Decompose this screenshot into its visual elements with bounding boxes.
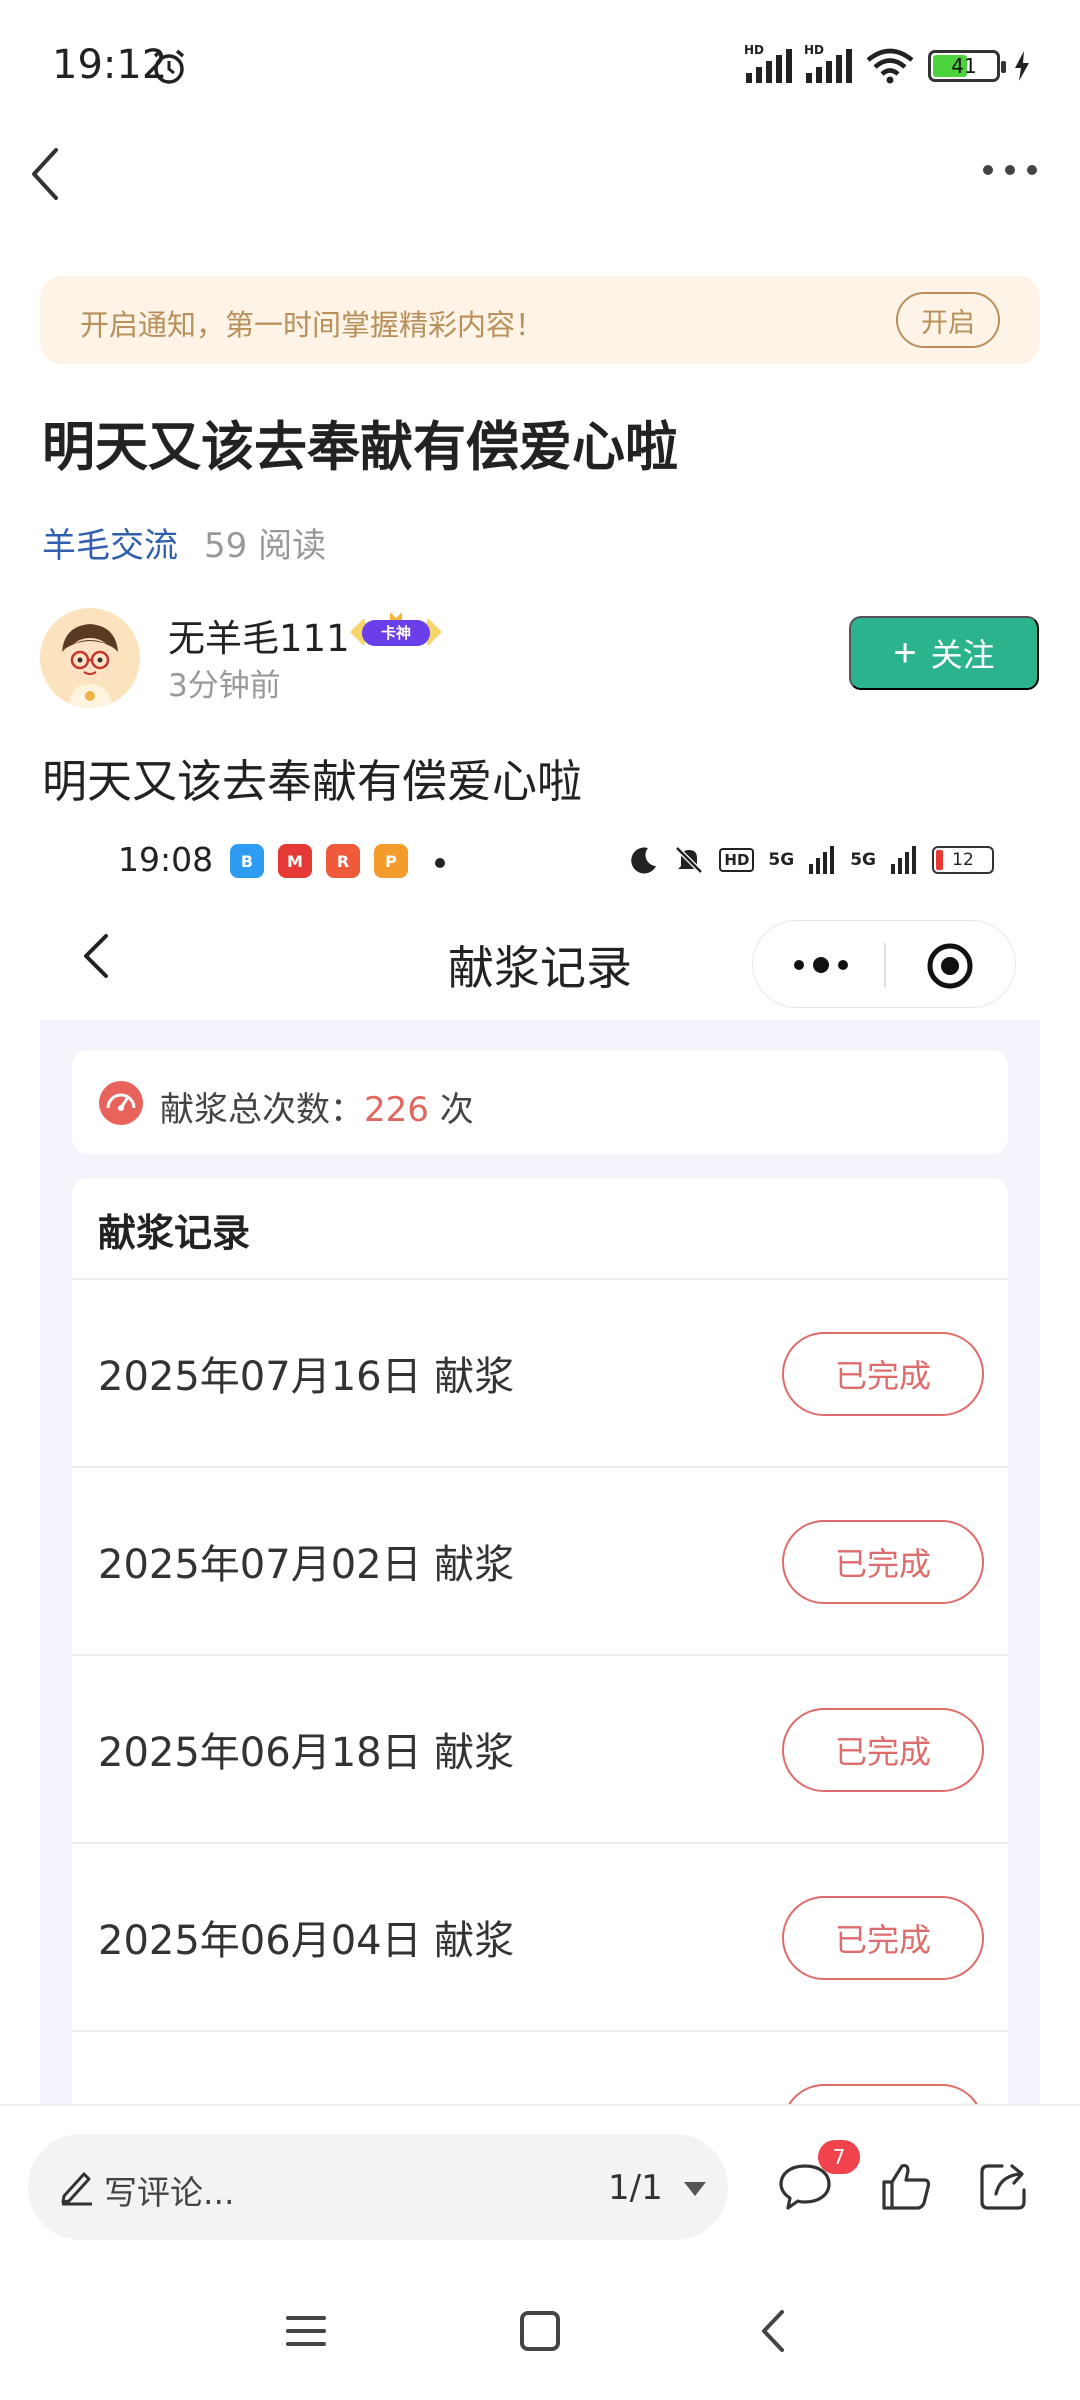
avatar-image — [40, 608, 140, 708]
follow-button[interactable]: + 关注 — [849, 616, 1039, 690]
record-row[interactable]: 2025年07月16日 献浆 已完成 — [72, 1278, 1008, 1466]
hd-icon: HD — [719, 848, 755, 872]
bottom-action-bar: 写评论... 1/1 7 — [0, 2104, 1080, 2264]
back-icon[interactable] — [22, 134, 72, 214]
record-date: 2025年07月02日 献浆 — [98, 1542, 515, 1588]
comment-input[interactable]: 写评论... 1/1 — [28, 2134, 728, 2240]
comment-placeholder: 写评论... — [104, 2173, 235, 2212]
more-icon[interactable] — [789, 951, 853, 979]
network-label: 5G — [850, 850, 876, 870]
record-status-badge[interactable]: 已完成 — [782, 1520, 984, 1604]
charging-icon — [1015, 51, 1029, 81]
record-date: 2025年06月18日 献浆 — [98, 1730, 515, 1776]
record-row[interactable]: 2025年06月04日 献浆 已完成 — [72, 1842, 1008, 2030]
image-nav-bar: 献浆记录 — [40, 900, 1040, 1010]
enable-notification-button[interactable]: 开启 — [896, 292, 1000, 348]
category-link[interactable]: 羊毛交流 — [42, 526, 178, 566]
status-bar: 19:12 HD HD 41 — [0, 0, 1080, 130]
battery-icon: 12 — [932, 846, 994, 874]
app-icon: P — [374, 844, 408, 878]
records-heading: 献浆记录 — [98, 1211, 251, 1255]
close-target-icon[interactable] — [925, 941, 975, 991]
record-status-badge[interactable]: 已完成 — [782, 1708, 984, 1792]
network-label: 5G — [768, 850, 795, 870]
author-badge-icon: 卡神 — [350, 612, 442, 646]
page-indicator[interactable]: 1/1 — [608, 2168, 663, 2208]
total-count-value: 226 — [364, 1090, 429, 1130]
app-icon: R — [326, 844, 360, 878]
wifi-icon — [866, 48, 914, 84]
moon-icon — [631, 847, 657, 874]
notification-dot — [435, 858, 445, 868]
comment-count-badge: 7 — [818, 2140, 860, 2174]
signal-icon: HD — [744, 43, 792, 83]
record-row-partial — [72, 2030, 1008, 2105]
more-icon[interactable] — [980, 160, 1040, 180]
image-status-time: 19:08 — [118, 840, 214, 879]
image-status-icons: HD 5G 5G 12 — [629, 842, 994, 878]
image-status-bar: 19:08 B M R P HD 5G 5G 12 — [40, 820, 1040, 900]
author-name[interactable]: 无羊毛111 — [168, 608, 350, 662]
speedometer-icon — [99, 1081, 143, 1125]
total-count-card: 献浆总次数：226 次 — [72, 1050, 1008, 1154]
post-meta: 羊毛交流 59 阅读 — [42, 518, 326, 567]
notification-text: 开启通知，第一时间掌握精彩内容！ — [80, 308, 545, 342]
post-time: 3分钟前 — [168, 668, 281, 704]
plus-icon: + — [893, 631, 917, 675]
post-title: 明天又该去奉献有偿爱心啦 — [42, 417, 678, 478]
battery-icon: 41 — [928, 50, 1006, 82]
record-row[interactable]: 2025年07月02日 献浆 已完成 — [72, 1466, 1008, 1654]
menu-icon[interactable] — [284, 2308, 328, 2354]
post-image[interactable]: 19:08 B M R P HD 5G 5G 12 献浆记录 献浆总次数：226… — [40, 820, 1040, 2105]
top-nav — [0, 130, 1080, 240]
caret-down-icon[interactable] — [684, 2182, 706, 2196]
follow-label: 关注 — [930, 637, 995, 673]
back-icon[interactable] — [752, 2308, 796, 2354]
home-icon[interactable] — [518, 2308, 562, 2354]
signal-icon — [809, 846, 835, 874]
miniprogram-capsule[interactable] — [752, 920, 1016, 1008]
capsule-divider — [884, 943, 886, 987]
like-icon[interactable] — [878, 2158, 936, 2214]
record-status-badge-partial — [782, 2084, 984, 2105]
status-icons: HD HD 41 — [744, 43, 1030, 88]
signal-icon — [891, 846, 916, 874]
read-count: 59 阅读 — [204, 526, 327, 566]
avatar[interactable] — [40, 608, 140, 708]
app-icon: M — [278, 844, 312, 878]
post-body: 明天又该去奉献有偿爱心啦 — [42, 755, 583, 808]
total-count-text: 献浆总次数：226 次 — [160, 1090, 474, 1130]
pen-icon — [61, 2172, 92, 2206]
signal-icon: HD — [804, 43, 852, 83]
record-status-badge[interactable]: 已完成 — [782, 1332, 984, 1416]
notification-banner: 开启通知，第一时间掌握精彩内容！ 开启 — [40, 276, 1040, 364]
app-icon: B — [230, 844, 264, 878]
alarm-icon — [153, 49, 185, 84]
record-row[interactable]: 2025年06月18日 献浆 已完成 — [72, 1654, 1008, 1842]
mute-icon — [675, 846, 704, 874]
system-nav-bar — [0, 2264, 1080, 2400]
record-date: 2025年07月16日 献浆 — [98, 1354, 515, 1400]
share-icon[interactable] — [976, 2158, 1034, 2214]
record-status-badge[interactable]: 已完成 — [782, 1896, 984, 1980]
author-badge-label: 卡神 — [381, 624, 411, 642]
record-date: 2025年06月04日 献浆 — [98, 1918, 515, 1964]
records-card: 献浆记录 2025年07月16日 献浆 已完成 2025年07月02日 献浆 已… — [72, 1178, 1008, 2105]
